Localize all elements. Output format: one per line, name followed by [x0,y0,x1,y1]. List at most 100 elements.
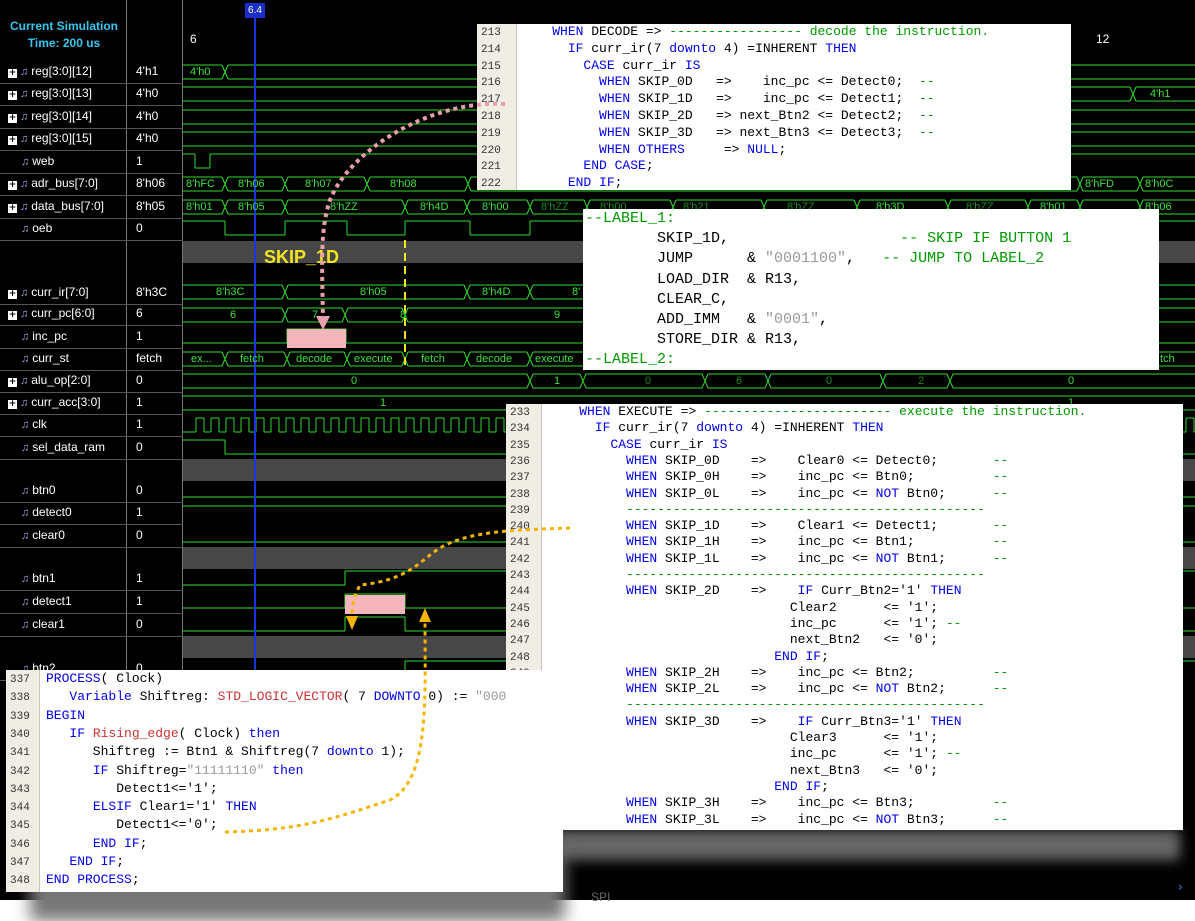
time-cursor[interactable] [254,18,256,678]
scroll-right-icon[interactable]: › [1178,880,1192,896]
code-keyword: then [248,725,281,741]
expand-icon[interactable]: + [8,69,17,78]
wave-value-label: 8'hFD [1085,178,1114,190]
code-token: ; [139,835,148,851]
signal-row[interactable]: ♫ detect1 1 [0,591,183,613]
code-token: SKIP_0L => inc_pc <= [657,485,876,501]
code-keyword: WHEN [626,518,658,534]
code-line: Shiftreg := Btn1 & Shiftreg(7 downto 1); [46,743,405,761]
signal-name: + ♫ reg[3:0][13] [8,86,126,100]
signal-name: + ♫ curr_acc[3:0] [8,395,126,409]
signal-name-text: clk [32,417,47,431]
code-token: SKIP_3D => next_Btn3 <= Detect3; [630,124,919,140]
code-comment: --LABEL_1: [585,210,676,227]
expand-icon[interactable]: + [8,290,17,299]
signal-value: 0 [136,483,143,497]
expand-icon[interactable]: + [8,181,17,190]
line-number: 344 [10,802,30,815]
signal-row[interactable]: + ♫ data_bus[7:0] 8'h05 [0,196,183,218]
signal-row[interactable]: + ♫ reg[3:0][13] 4'h0 [0,83,183,105]
signal-row[interactable]: + ♫ reg[3:0][14] 4'h0 [0,106,183,128]
signal-row[interactable]: + ♫ curr_acc[3:0] 1 [0,392,183,414]
code-token: "0001" [765,311,820,328]
signal-icon: ♫ [20,375,29,387]
line-number: 236 [510,455,530,468]
signal-row[interactable]: ♫ clear0 0 [0,525,183,547]
signal-row[interactable]: ♫ btn0 0 [0,480,183,502]
code-keyword: END IF [92,835,140,851]
wave-value-label: 6 [230,309,237,321]
expand-icon[interactable]: + [8,400,17,409]
signal-row[interactable]: ♫ clear1 0 [0,614,183,636]
code-line: next_Btn2 <= '0'; [548,632,938,648]
code-keyword: IF [797,583,814,599]
signal-row[interactable]: + ♫ adr_bus[7:0] 8'h06 [0,173,183,195]
wave-value-label: 8'h4D [420,201,449,213]
code-keyword: WHEN [626,811,658,827]
signal-row[interactable]: ♫ sel_data_ram 0 [0,437,183,459]
signal-name-text: detect0 [32,505,72,519]
line-number: 217 [481,94,501,107]
wave-value-label: 0 [826,375,833,387]
code-keyword: IS [711,436,728,452]
wave-value-label: 8'h01 [186,201,213,213]
signal-row[interactable]: + ♫ reg[3:0][15] 4'h0 [0,128,183,150]
code-keyword: WHEN [626,681,658,697]
signal-row[interactable]: ♫ web 1 [0,151,183,173]
code-keyword: IF [797,713,814,729]
expand-icon[interactable]: + [8,204,17,213]
code-token: ( Clock) [178,725,249,741]
code-token: Detect1<='0'; [46,817,218,833]
expand-icon[interactable]: + [8,91,17,100]
code-line: CASE curr_ir IS [521,58,700,74]
line-number: 248 [510,651,530,664]
expand-icon[interactable]: + [8,114,17,123]
signal-row[interactable]: ♫ btn1 1 [0,568,183,590]
simulation-time-header: Current Simulation Time: 200 us [2,18,126,52]
wave-value-label: 0 [645,375,652,387]
code-comment: -- [992,664,1009,680]
expand-icon[interactable]: + [8,378,17,387]
code-line: ADD_IMM & "0001", [585,310,828,330]
signal-row[interactable]: ♫ oeb 0 [0,218,183,240]
code-line: WHEN SKIP_1D => Clear1 <= Detect1; -- [548,518,1008,534]
signal-row[interactable]: ♫ curr_st fetch [0,348,183,370]
time-cursor-label[interactable]: 6.4 [245,3,265,18]
signal-value: 1 [136,417,143,431]
line-number: 219 [481,127,501,140]
code-token: next_Btn3 <= '0'; [548,762,939,778]
signal-row[interactable]: ♫ inc_pc 1 [0,326,183,348]
signal-row[interactable]: ♫ detect0 1 [0,502,183,524]
signal-value: 1 [136,505,143,519]
signal-row[interactable]: + ♫ alu_op[2:0] 0 [0,370,183,392]
signal-name-text: curr_st [32,351,69,365]
code-token: curr_ir(7 [583,40,670,56]
signal-value: 1 [136,329,143,343]
signal-row[interactable]: + ♫ curr_ir[7:0] 8'h3C [0,282,183,304]
expand-icon[interactable]: + [8,136,17,145]
code-token: "0001100" [765,250,847,268]
code-comment: -- [918,74,935,90]
signal-row[interactable]: ♫ clk 1 [0,414,183,436]
signal-row[interactable]: + ♫ curr_pc[6:0] 6 [0,303,183,325]
signal-row[interactable]: + ♫ reg[3:0][12] 4'h1 [0,61,183,83]
signal-icon: ♫ [20,88,29,100]
signal-icon: ♫ [21,507,30,519]
signal-icon: ♫ [20,178,29,190]
signal-icon: ♫ [21,353,30,365]
signal-icon: ♫ [20,111,29,123]
code-token: , [846,250,883,268]
code-keyword: OTHERS [638,141,685,157]
signal-value: 1 [136,395,143,409]
wave-value-label: 2 [918,375,925,387]
code-token: ; [645,158,654,174]
expand-icon[interactable]: + [8,311,17,320]
wave-value-label: execute [535,353,574,365]
